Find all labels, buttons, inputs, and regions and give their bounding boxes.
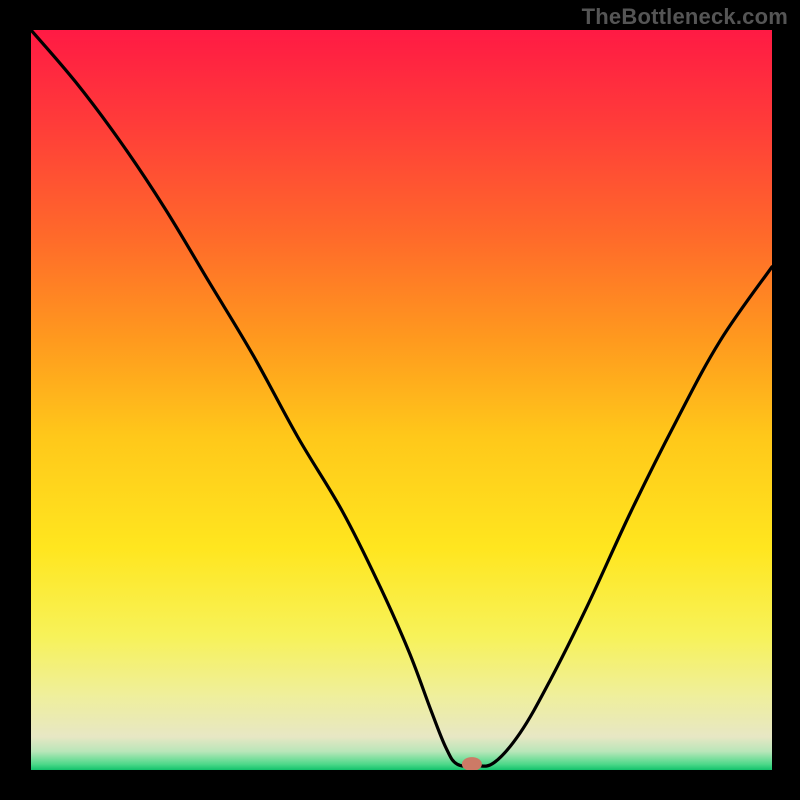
chart-frame: TheBottleneck.com [0, 0, 800, 800]
plot-area [31, 30, 772, 770]
plot-svg [31, 30, 772, 770]
gradient-background [31, 30, 772, 770]
watermark-label: TheBottleneck.com [582, 4, 788, 30]
